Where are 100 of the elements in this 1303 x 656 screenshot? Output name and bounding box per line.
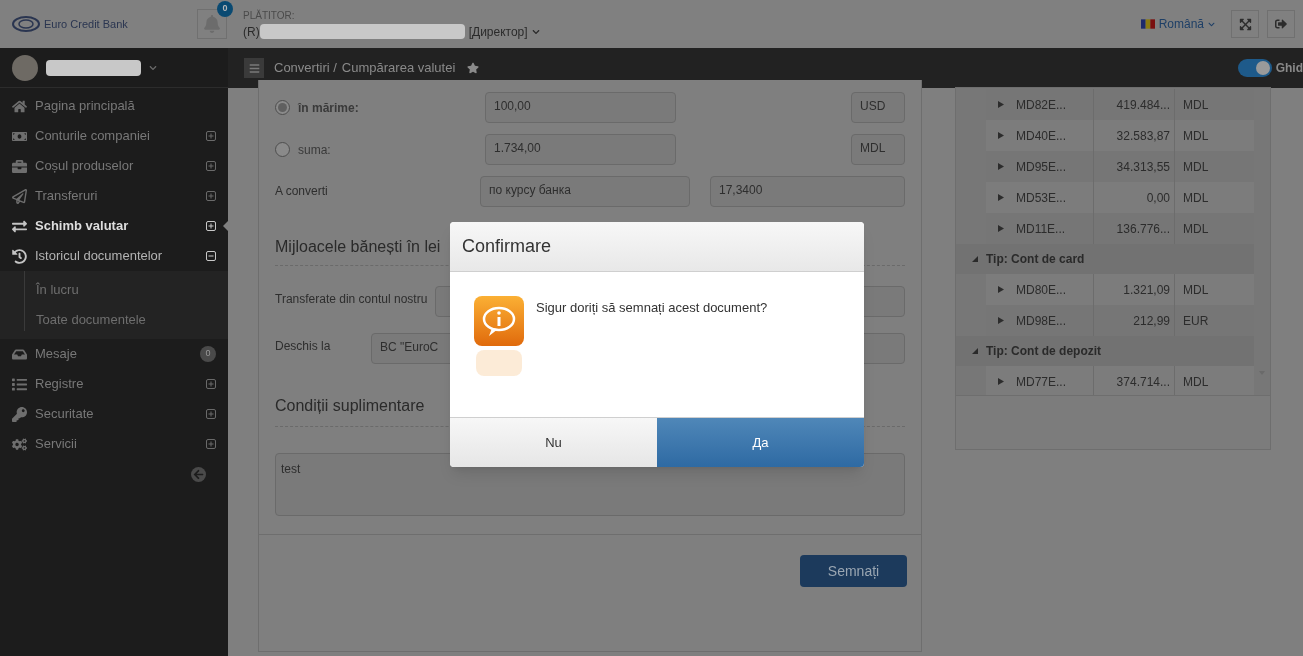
account-currency: MDL [1182, 158, 1209, 176]
radio-button[interactable] [275, 100, 290, 115]
account-row[interactable]: MD53E... 0,00 MDL [986, 182, 1254, 213]
submenu-item[interactable]: În lucru [36, 275, 228, 305]
account-currency: MDL [1182, 281, 1209, 299]
gears-icon [12, 436, 27, 452]
account-row[interactable]: MD40E... 32.583,87 MDL [986, 120, 1254, 151]
sidebar-item[interactable]: Coșul produselor [0, 151, 228, 181]
expand-arrows-icon [1238, 17, 1252, 31]
currency-field[interactable]: MDL [851, 134, 905, 165]
arrows-icon [12, 218, 27, 234]
submenu-item[interactable]: Toate documentele [36, 305, 228, 335]
avatar[interactable] [12, 54, 38, 81]
notification-badge: 0 [217, 1, 233, 17]
amount-field[interactable]: 1.734,00 [485, 134, 676, 165]
collapse-arrow-icon[interactable] [972, 256, 978, 262]
sidebar-item[interactable]: Transferuri [0, 181, 228, 211]
logout-icon [1275, 18, 1287, 30]
sidebar-item[interactable]: Servicii [0, 429, 228, 459]
radio-button[interactable] [275, 142, 290, 157]
account-number: MD77E... [1015, 373, 1066, 391]
menu-icon [248, 62, 260, 74]
account-balance: 1.321,09 [1123, 281, 1170, 299]
chevron-down-icon[interactable] [149, 63, 157, 72]
briefcase-icon [12, 158, 27, 174]
expand-arrow-icon[interactable] [998, 163, 1004, 170]
account-currency: MDL [1182, 220, 1209, 238]
logo-text: Euro Credit Bank [44, 16, 128, 32]
account-currency: EUR [1182, 312, 1209, 330]
sidebar-item[interactable]: Pagina principală [0, 91, 228, 121]
expand-arrow-icon[interactable] [998, 378, 1004, 385]
expand-arrow-icon[interactable] [998, 194, 1004, 201]
key-icon [12, 406, 27, 422]
expand-arrow-icon[interactable] [998, 132, 1004, 139]
account-balance: 374.714... [1116, 373, 1170, 391]
field-label: Deschis la [275, 338, 332, 355]
home-icon [12, 98, 27, 114]
logo-icon [12, 16, 40, 32]
sidebar-item[interactable]: Registre [0, 369, 228, 399]
payer-role[interactable]: [Директор] [468, 22, 528, 41]
rate-type-field[interactable]: по курсу банка [480, 176, 690, 207]
info-speech-bubble-icon [474, 296, 524, 376]
group-header[interactable]: Tip: Cont de depozit [956, 336, 1254, 366]
active-pointer-icon [223, 220, 229, 232]
field-label: Transferate din contul nostru [275, 291, 429, 308]
sidebar-item[interactable]: Istoricul documentelor [0, 241, 228, 271]
option-label: în mărime: [298, 99, 359, 117]
account-currency: MDL [1182, 189, 1209, 207]
amount-field[interactable]: 100,00 [485, 92, 676, 123]
dialog-title: Confirmare [462, 235, 552, 258]
account-number: MD11E... [1015, 220, 1066, 238]
breadcrumb-link[interactable]: Convertiri / [274, 58, 337, 78]
list-icon [12, 376, 27, 392]
cancel-button[interactable]: Nu [450, 418, 657, 467]
paper-plane-icon [12, 188, 27, 204]
account-row[interactable]: MD80E... 1.321,09 MDL [986, 274, 1254, 305]
sidebar-item[interactable]: Mesaje 0 [0, 339, 228, 369]
account-balance: 32.583,87 [1116, 127, 1170, 145]
chevron-down-icon[interactable] [1208, 20, 1215, 28]
sidebar-item[interactable]: Conturile companiei [0, 121, 228, 151]
section-title: Condiții suplimentare [275, 397, 425, 414]
collapse-icon[interactable] [206, 251, 216, 261]
expand-arrow-icon[interactable] [998, 286, 1004, 293]
notification-button[interactable] [197, 9, 227, 39]
expand-arrow-icon[interactable] [998, 101, 1004, 108]
expand-arrow-icon[interactable] [998, 317, 1004, 324]
account-balance: 136.776... [1116, 220, 1170, 238]
sidebar-item[interactable]: Schimb valutar [0, 211, 228, 241]
expand-arrow-icon[interactable] [998, 225, 1004, 232]
guide-label: Ghid [1275, 60, 1303, 77]
logout-button[interactable] [1267, 10, 1295, 38]
star-icon[interactable] [467, 62, 480, 74]
sign-button[interactable]: Semnați [800, 555, 907, 587]
sidebar-item[interactable]: Securitate [0, 399, 228, 429]
menu-button[interactable] [244, 58, 264, 78]
group-header[interactable]: Tip: Cont de card [956, 244, 1254, 274]
fullscreen-button[interactable] [1231, 10, 1259, 38]
guide-toggle[interactable] [1237, 59, 1272, 77]
language-selector[interactable]: Română [1158, 15, 1204, 33]
rate-field[interactable]: 17,3400 [710, 176, 905, 207]
account-balance: 34.313,55 [1116, 158, 1170, 176]
breadcrumb-link[interactable]: Cumpărarea valutei [341, 58, 456, 78]
account-row[interactable]: MD77E... 374.714... MDL [986, 366, 1254, 395]
field-label: A converti [275, 183, 329, 200]
currency-field[interactable]: USD [851, 92, 905, 123]
flag-icon [1140, 19, 1155, 29]
account-balance: 0,00 [1146, 189, 1170, 207]
collapse-arrow-icon[interactable] [972, 348, 978, 354]
collapse-sidebar-icon[interactable] [191, 467, 206, 482]
expand-icon[interactable] [206, 221, 216, 231]
chevron-down-icon[interactable] [531, 27, 540, 36]
account-number: MD98E... [1015, 312, 1066, 330]
account-currency: MDL [1182, 127, 1209, 145]
account-currency: MDL [1182, 373, 1209, 391]
account-number: MD80E... [1015, 281, 1066, 299]
payer-prefix: (R) [243, 23, 260, 41]
account-number: MD95E... [1015, 158, 1066, 176]
account-balance: 419.484... [1116, 96, 1170, 114]
confirm-button[interactable]: Да [657, 418, 864, 467]
section-title: Mijloacele bănești în lei [275, 238, 441, 255]
